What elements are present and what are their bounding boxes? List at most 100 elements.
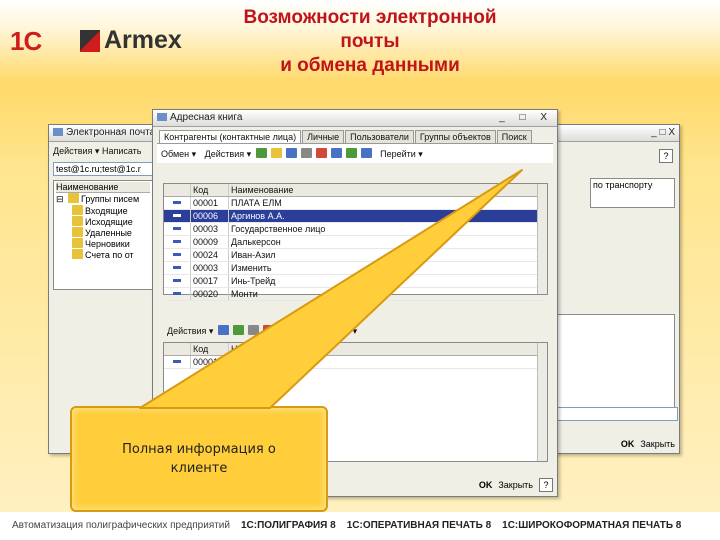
column-code[interactable]: Код [190, 343, 228, 355]
table-header: Код Наименование [164, 184, 547, 197]
table-row[interactable]: 00003 Изменить [164, 262, 547, 275]
delete-icon[interactable] [262, 325, 274, 335]
address-book-title: Адресная книга [170, 112, 243, 123]
window-controls[interactable]: _ □ X [651, 127, 675, 138]
slide-footer: Автоматизация полиграфических предприяти… [0, 512, 720, 540]
ok-button[interactable]: OK [621, 439, 635, 449]
help-button[interactable]: ? [659, 149, 673, 163]
table-scrollbar[interactable] [537, 184, 547, 294]
transport-column: по транспорту [590, 178, 675, 208]
table-header: Код Наименование [164, 343, 547, 356]
address-book-titlebar[interactable]: Адресная книга _ □ X [153, 110, 557, 127]
email-toolbar[interactable]: Действия ▾ Написать [49, 142, 157, 160]
slide-stage: Электронная почта Действия ▾ Написать te… [0, 82, 720, 512]
column-name[interactable]: Наименование [228, 343, 547, 355]
email-window[interactable]: Электронная почта Действия ▾ Написать te… [48, 124, 158, 454]
tab-search[interactable]: Поиск [496, 130, 532, 143]
contact-icon [173, 266, 181, 269]
window-icon [157, 113, 167, 121]
copy-icon[interactable] [285, 148, 297, 158]
table-row[interactable]: 00001 Самойлов Иван [164, 356, 547, 369]
product-3: 1С:ШИРОКОФОРМАТНАЯ ПЕЧАТЬ 8 [502, 520, 682, 531]
add-icon[interactable] [255, 148, 267, 158]
product-1: 1С:ПОЛИГРАФИЯ 8 [240, 520, 336, 531]
table-row[interactable]: 00017 Инь-Трейд [164, 275, 547, 288]
message-window-titlebar[interactable]: _ □ X [546, 125, 679, 142]
mail-folder-tree: Наименование ⊟ Группы писем Входящие Исх… [53, 180, 153, 290]
account-field[interactable]: test@1c.ru;test@1c.r [53, 162, 153, 176]
tab-personal[interactable]: Личные [302, 130, 345, 143]
folder-icon [72, 249, 83, 259]
actions-menu[interactable]: Действия ▾ [205, 149, 251, 159]
edit-icon[interactable] [247, 325, 259, 335]
copy-icon[interactable] [232, 325, 244, 335]
tree-item[interactable]: Удаленные [56, 227, 150, 238]
folder-icon [72, 216, 83, 226]
filter-icon[interactable] [330, 148, 342, 158]
exchange-menu[interactable]: Обмен ▾ [161, 149, 196, 159]
filter-icon[interactable] [277, 325, 289, 335]
tree-item[interactable]: ⊟ Группы писем [56, 193, 150, 205]
table-row[interactable]: 00009 Далькерсон [164, 236, 547, 249]
table-scrollbar[interactable] [537, 343, 547, 461]
refresh-icon[interactable] [345, 148, 357, 158]
table-row[interactable]: 00001 ПЛАТА ЕЛМ [164, 197, 547, 210]
tree-item[interactable]: Черновики [56, 238, 150, 249]
contact-icon [173, 292, 181, 295]
email-window-title: Электронная почта [66, 127, 156, 138]
1c-logo: 1С [10, 26, 42, 56]
add-icon[interactable] [217, 325, 229, 335]
product-2: 1С:ОПЕРАТИВНАЯ ПЕЧАТЬ 8 [346, 520, 492, 531]
goto-menu[interactable]: Перейти ▾ [380, 149, 423, 159]
armex-wordmark: Armex [104, 26, 182, 54]
contact-icon [173, 253, 181, 256]
folder-icon [72, 227, 83, 237]
armex-mark-icon [80, 29, 100, 52]
tab-object-groups[interactable]: Группы объектов [414, 130, 496, 143]
contact-icon [173, 214, 181, 217]
delete-icon[interactable] [315, 148, 327, 158]
folder-icon [72, 238, 83, 248]
armex-logo: Armex [80, 26, 182, 55]
contact-icon [173, 240, 181, 243]
message-window[interactable]: _ □ X ? по транспорту ment@1c.ru (Дополн… [428, 124, 680, 454]
slide-title: Возможности электронной почты и обмена д… [180, 6, 560, 78]
contact-icon [173, 227, 181, 230]
column-name[interactable]: Наименование [228, 184, 547, 196]
title-line-3: и обмена данными [280, 55, 460, 76]
table-row[interactable]: 00020 Монти [164, 288, 547, 301]
contact-icon [173, 201, 181, 204]
table-row[interactable]: 00003 Государственное лицо [164, 223, 547, 236]
slide-header: 1С Armex Возможности электронной почты и… [0, 0, 720, 82]
tree-item[interactable]: Исходящие [56, 216, 150, 227]
email-window-titlebar[interactable]: Электронная почта [49, 125, 157, 142]
table-row[interactable]: 00024 Иван-Азил [164, 249, 547, 262]
table-row[interactable]: 00006 Аргинов А.А. [164, 210, 547, 223]
tree-item[interactable]: Счета по от [56, 249, 150, 260]
footer-caption: Автоматизация полиграфических предприяти… [12, 520, 230, 531]
ok-button[interactable]: OK [479, 480, 493, 490]
help-button[interactable]: ? [539, 478, 553, 492]
close-button[interactable]: Закрыть [498, 480, 533, 490]
list-icon[interactable] [360, 148, 372, 158]
window-controls[interactable]: _ □ X [499, 110, 553, 126]
lower-toolbar: Действия ▾ Перейти ▾ [163, 322, 548, 340]
contact-icon [173, 279, 181, 282]
tab-contractors[interactable]: Контрагенты (контактные лица) [159, 130, 302, 143]
folder-icon[interactable] [270, 148, 282, 158]
callout-box: Полная информация о клиенте [70, 406, 328, 512]
edit-icon[interactable] [300, 148, 312, 158]
message-body[interactable] [550, 314, 675, 414]
refresh-icon[interactable] [292, 325, 304, 335]
folder-icon [72, 205, 83, 215]
title-line-1: Возможности электронной [243, 7, 497, 28]
tab-strip: Контрагенты (контактные лица) Личные Пол… [153, 127, 557, 143]
tab-users[interactable]: Пользователи [345, 130, 414, 143]
tree-item[interactable]: Входящие [56, 205, 150, 216]
close-button[interactable]: Закрыть [640, 439, 675, 449]
title-line-2: почты [340, 31, 400, 52]
folder-icon [68, 193, 80, 203]
lower-actions-menu[interactable]: Действия ▾ [167, 326, 213, 336]
lower-goto-menu[interactable]: Перейти ▾ [314, 326, 357, 336]
column-code[interactable]: Код [190, 184, 228, 196]
